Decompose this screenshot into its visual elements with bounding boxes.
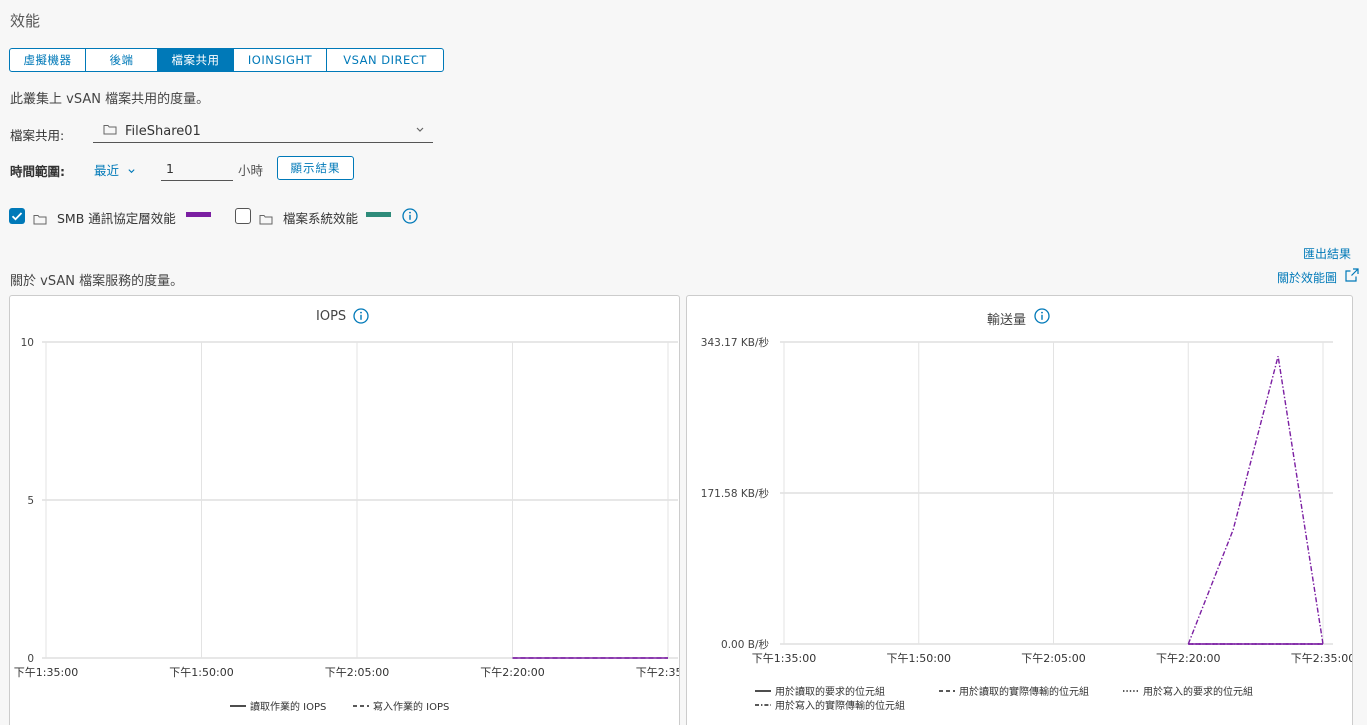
x-tick-label: 下午2:35:00 bbox=[1291, 652, 1352, 665]
check-icon bbox=[11, 212, 23, 221]
tab-backend[interactable]: 後端 bbox=[86, 49, 158, 71]
chevron-down-icon bbox=[415, 124, 425, 137]
throughput-chart: 343.17 KB/秒 171.58 KB/秒 0.00 B/秒下午1:35:00 下… bbox=[701, 336, 1352, 712]
iops-chart: 10 5 0下午1:35:00 下午1:50:00 下午2:05:00 下午2:20:00… bbox=[14, 337, 679, 713]
y-tick-label: 343.17 KB/秒 bbox=[701, 336, 770, 349]
x-tick-label: 下午2:05:00 bbox=[325, 666, 389, 679]
x-tick-label: 下午1:50:00 bbox=[887, 652, 951, 665]
iops-chart-panel: IOPS 10 5 0 下午1:35:00 下午1:50:00 下午2:05:00 下午2:… bbox=[9, 295, 680, 725]
legend-label[interactable]: 讀取作業的 IOPS bbox=[250, 700, 326, 713]
time-range-label: 時間範圍: bbox=[10, 164, 65, 179]
description: 此叢集上 vSAN 檔案共用的度量。 bbox=[10, 92, 210, 107]
tab-ioinsight[interactable]: IOINSIGHT bbox=[234, 49, 327, 71]
y-tick-label: 0 bbox=[27, 653, 34, 665]
legend-label[interactable]: 用於讀取的實際傳輸的位元組 bbox=[959, 685, 1089, 698]
info-icon[interactable] bbox=[402, 208, 418, 224]
performance-page: 效能 虛擬機器 後端 檔案共用 IOINSIGHT VSAN DIRECT 此叢… bbox=[0, 0, 1367, 725]
x-tick-label: 下午1:50:00 bbox=[169, 666, 233, 679]
legend-label[interactable]: 用於寫入的要求的位元組 bbox=[1143, 685, 1253, 698]
tab-vms[interactable]: 虛擬機器 bbox=[10, 49, 86, 71]
x-tick-label: 下午2:20:00 bbox=[480, 666, 544, 679]
x-tick-label: 下午2:20:00 bbox=[1156, 652, 1220, 665]
fs-color-swatch bbox=[366, 212, 391, 217]
service-description: 關於 vSAN 檔案服務的度量。 bbox=[10, 274, 184, 289]
smb-checkbox[interactable] bbox=[9, 208, 25, 224]
time-range-mode-select[interactable]: 最近 bbox=[94, 160, 136, 179]
legend-label[interactable]: 用於讀取的要求的位元組 bbox=[775, 685, 885, 698]
y-tick-label: 171.58 KB/秒 bbox=[701, 487, 770, 500]
file-share-label: 檔案共用: bbox=[10, 128, 65, 143]
fs-metric-label: 檔案系統效能 bbox=[283, 211, 359, 226]
file-share-select[interactable]: FileShare01 bbox=[93, 121, 433, 143]
show-results-button[interactable]: 顯示結果 bbox=[277, 156, 354, 180]
time-range-mode: 最近 bbox=[94, 163, 120, 178]
chevron-down-icon bbox=[127, 163, 136, 178]
hours-input[interactable]: 1 bbox=[161, 157, 233, 181]
throughput-chart-panel: 輸送量 343.17 KB/秒 171.58 KB/秒 0.00 B/秒 下午1:35… bbox=[686, 295, 1353, 725]
hours-unit: 小時 bbox=[238, 163, 264, 178]
x-tick-label: 下午2:35:00 bbox=[636, 666, 679, 679]
y-tick-label: 10 bbox=[21, 337, 34, 349]
tab-file-share[interactable]: 檔案共用 bbox=[158, 49, 234, 71]
legend-label[interactable]: 用於寫入的實際傳輸的位元組 bbox=[775, 699, 905, 712]
series-line bbox=[1187, 356, 1324, 645]
about-charts-link[interactable]: 關於效能圖 bbox=[1277, 269, 1337, 286]
folder-icon bbox=[103, 124, 117, 139]
tab-vsan-direct[interactable]: VSAN DIRECT bbox=[327, 49, 443, 71]
smb-color-swatch bbox=[186, 212, 211, 217]
folder-icon bbox=[259, 210, 273, 229]
external-link-icon[interactable] bbox=[1345, 268, 1359, 282]
page-title: 效能 bbox=[10, 12, 41, 30]
tab-bar: 虛擬機器 後端 檔案共用 IOINSIGHT VSAN DIRECT bbox=[9, 48, 444, 72]
fs-checkbox[interactable] bbox=[235, 208, 251, 224]
file-share-value: FileShare01 bbox=[125, 124, 201, 139]
export-results-link[interactable]: 匯出結果 bbox=[1303, 245, 1351, 262]
folder-icon bbox=[33, 210, 47, 229]
y-tick-label: 0.00 B/秒 bbox=[721, 638, 769, 651]
x-tick-label: 下午1:35:00 bbox=[752, 652, 816, 665]
legend-label[interactable]: 寫入作業的 IOPS bbox=[373, 700, 449, 713]
x-tick-label: 下午2:05:00 bbox=[1021, 652, 1085, 665]
y-tick-label: 5 bbox=[27, 495, 34, 507]
x-tick-label: 下午1:35:00 bbox=[14, 666, 78, 679]
smb-metric-label: SMB 通訊協定層效能 bbox=[57, 211, 176, 226]
